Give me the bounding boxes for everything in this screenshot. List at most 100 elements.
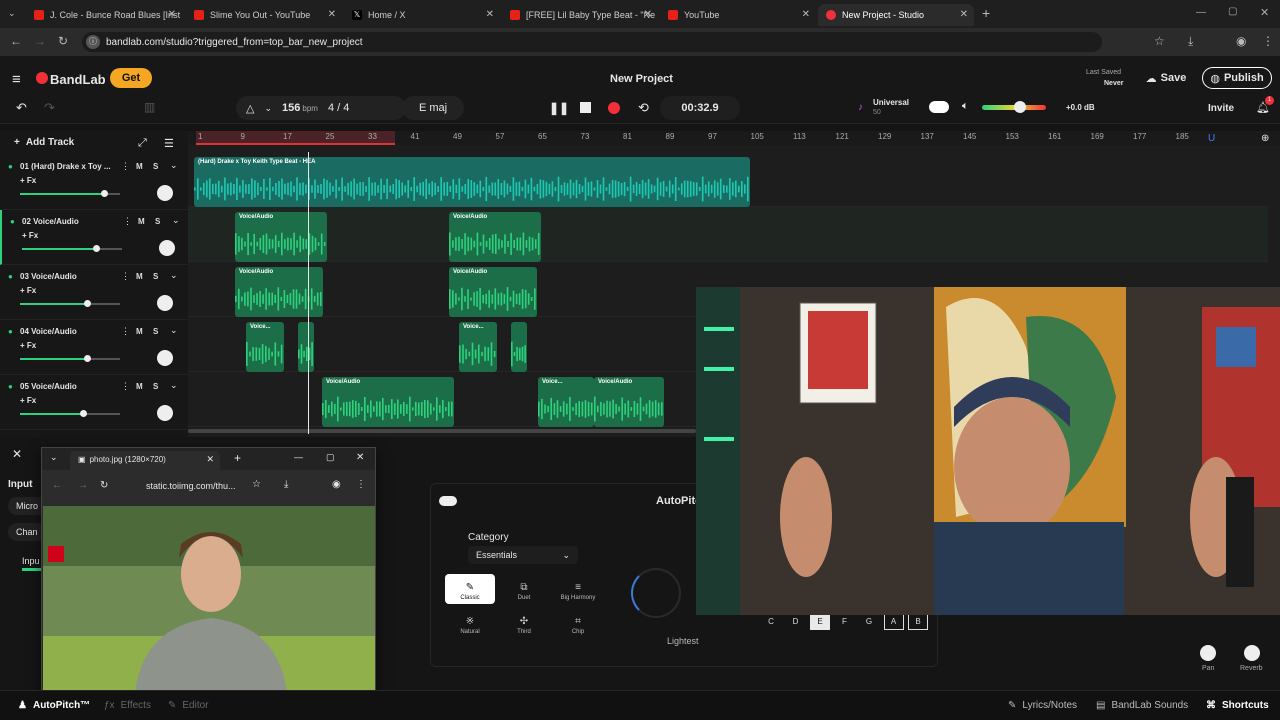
chevron-down-icon[interactable]: ⌄ (170, 325, 178, 336)
redo-icon[interactable]: ↷ (44, 100, 55, 116)
reload-icon[interactable]: ↻ (100, 480, 108, 491)
shortcuts-button[interactable]: ⌘ Shortcuts (1206, 700, 1269, 711)
browser-tab-6[interactable]: New Project - Studio ✕ (818, 4, 974, 26)
volume-slider[interactable] (20, 410, 120, 417)
profile-icon[interactable]: ◉ (1236, 34, 1246, 48)
undo-icon[interactable]: ↶ (16, 100, 27, 116)
preset-classic[interactable]: ✎ Classic (445, 574, 495, 604)
reload-icon[interactable]: ↻ (58, 34, 68, 48)
close-tab-icon[interactable]: ✕ (206, 454, 214, 465)
preset-big-harmony[interactable]: ≡ Big Harmony (553, 574, 603, 604)
add-fx-button[interactable]: + Fx (20, 396, 36, 405)
url-field[interactable]: ⓘ bandlab.com/studio?triggered_from=top_… (82, 32, 1102, 52)
track-header[interactable]: ● 05 Voice/Audio ⋮ M S ⌄ + Fx (0, 375, 188, 430)
browser-tab-4[interactable]: [FREE] Lil Baby Type Beat - "Ne ✕ (502, 4, 658, 26)
audio-region[interactable]: Voice/Audio (449, 212, 541, 262)
minimize-icon[interactable]: — (1196, 7, 1206, 18)
autopitch-toggle[interactable] (439, 496, 457, 506)
mixer-icon[interactable]: ▥ (144, 100, 155, 114)
volume-meter[interactable] (982, 101, 1046, 113)
project-title[interactable]: New Project (610, 73, 673, 85)
track-lane[interactable] (188, 207, 1268, 262)
volume-knob[interactable] (93, 245, 100, 252)
mute-button[interactable]: M (136, 382, 143, 391)
pan-dial[interactable] (157, 185, 173, 201)
browser-tab-5[interactable]: YouTube ✕ (660, 4, 816, 26)
solo-button[interactable]: S (153, 272, 158, 281)
audio-region[interactable]: (Hard) Drake x Toy Keith Type Beat - HEA (194, 157, 750, 207)
solo-button[interactable]: S (153, 382, 158, 391)
new-tab-icon[interactable]: + (982, 5, 990, 21)
hamburger-icon[interactable]: ≡ (12, 71, 21, 88)
mute-button[interactable]: M (138, 217, 145, 226)
track-options-icon[interactable]: ⋮ (121, 271, 130, 282)
tab-search-icon[interactable]: ⌄ (8, 8, 16, 19)
autopitch-tab[interactable]: ♟ AutoPitch™ (18, 700, 90, 711)
site-info-icon[interactable]: ⓘ (86, 35, 100, 49)
chevron-down-icon[interactable]: ⌄ (170, 270, 178, 281)
effects-tab[interactable]: ƒx Effects (104, 700, 151, 711)
maximize-icon[interactable]: ▢ (326, 452, 335, 463)
close-tab-icon[interactable]: ✕ (486, 9, 494, 20)
back-icon[interactable]: ← (52, 480, 62, 491)
close-window-icon[interactable]: ✕ (356, 452, 364, 463)
forward-icon[interactable]: → (34, 34, 46, 48)
ruler[interactable]: 1 9 17 25 33 41 49 57 65 73 81 89 97 105 113 121 129 137 1… (188, 131, 1280, 145)
solo-button[interactable]: S (155, 217, 160, 226)
bookmark-icon[interactable]: ☆ (1154, 34, 1165, 48)
forward-icon[interactable]: → (78, 480, 88, 491)
volume-slider[interactable] (20, 190, 120, 197)
preset-natural[interactable]: ※ Natural (445, 608, 495, 638)
preset-third[interactable]: ✣ Third (499, 608, 549, 638)
lyrics-button[interactable]: ✎ Lyrics/Notes (1008, 700, 1077, 711)
track-options-icon[interactable]: ⋮ (121, 161, 130, 172)
volume-knob[interactable] (84, 355, 91, 362)
preset-name[interactable]: Universal (873, 98, 909, 107)
menu-icon[interactable]: ⋮ (1262, 34, 1274, 48)
audio-region[interactable] (298, 322, 314, 372)
track-header[interactable]: ● 04 Voice/Audio ⋮ M S ⌄ + Fx (0, 320, 188, 375)
mute-button[interactable]: M (136, 327, 143, 336)
preset-chip[interactable]: ⌗ Chip (553, 608, 603, 638)
save-button[interactable]: ☁ Save (1136, 67, 1196, 89)
track-options-icon[interactable]: ⋮ (123, 216, 132, 227)
metronome-icon[interactable]: △ (246, 102, 254, 115)
time-signature[interactable]: 4 / 4 (328, 102, 349, 114)
browser-tab-3[interactable]: 𝕏 Home / X ✕ (344, 4, 500, 26)
track-header[interactable]: ● 01 (Hard) Drake x Toy ... ⋮ M S ⌄ + Fx (0, 155, 188, 210)
chevron-down-icon[interactable]: ⌄ (172, 215, 180, 226)
track-options-icon[interactable]: ⋮ (121, 381, 130, 392)
audio-region[interactable]: Voice... (246, 322, 284, 372)
preset-duet[interactable]: ⧉ Duet (499, 574, 549, 604)
audio-region[interactable]: Voice/Audio (235, 267, 323, 317)
volume-knob[interactable] (1014, 101, 1027, 113)
reverb-knob[interactable] (1244, 645, 1260, 661)
track-name[interactable]: 01 (Hard) Drake x Toy ... (20, 162, 111, 171)
zoom-icon[interactable]: ⊕ (1261, 133, 1269, 144)
record-icon[interactable] (608, 102, 620, 114)
publish-button[interactable]: ◍ Publish (1202, 67, 1272, 89)
playhead[interactable] (308, 152, 309, 434)
category-select[interactable]: Essentials ⌄ (468, 546, 578, 564)
tempo-control[interactable]: △ ⌄ 156 bpm 4 / 4 (236, 96, 406, 120)
pan-knob[interactable] (1200, 645, 1216, 661)
horizontal-scrollbar[interactable] (188, 429, 696, 433)
volume-slider[interactable] (20, 300, 120, 307)
magnet-icon[interactable]: U (1208, 133, 1215, 144)
track-name[interactable]: 02 Voice/Audio (22, 217, 79, 226)
solo-button[interactable]: S (153, 327, 158, 336)
loop-region[interactable] (196, 131, 395, 145)
bookmark-icon[interactable]: ☆ (252, 479, 261, 490)
track-header[interactable]: ● 03 Voice/Audio ⋮ M S ⌄ + Fx (0, 265, 188, 320)
add-fx-button[interactable]: + Fx (20, 176, 36, 185)
editor-tab[interactable]: ✎ Editor (168, 700, 209, 711)
volume-slider[interactable] (20, 355, 120, 362)
speaker-icon[interactable]: 🔈︎ (962, 100, 969, 113)
pan-dial[interactable] (157, 295, 173, 311)
audio-region[interactable] (511, 322, 527, 372)
add-fx-button[interactable]: + Fx (20, 286, 36, 295)
add-fx-button[interactable]: + Fx (22, 231, 38, 240)
audio-region[interactable]: Voice... (459, 322, 497, 372)
close-tab-icon[interactable]: ✕ (328, 9, 336, 20)
track-options-icon[interactable]: ⋮ (121, 326, 130, 337)
